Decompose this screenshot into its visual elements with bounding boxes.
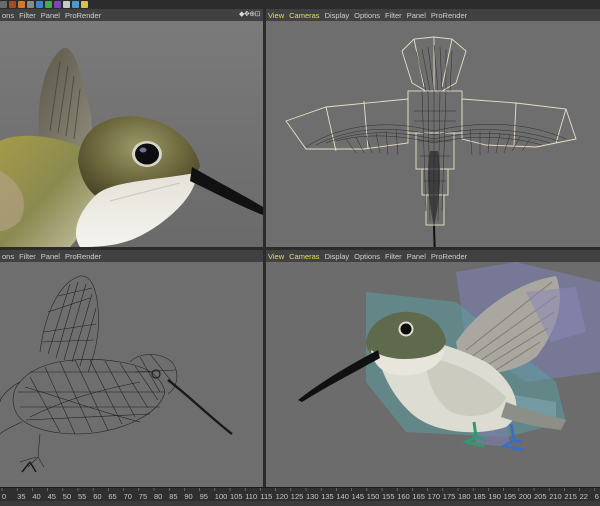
- main-toolbar: [0, 0, 600, 9]
- hummingbird-textured-closeup: [0, 47, 263, 247]
- light-icon[interactable]: [81, 1, 88, 8]
- menu-prorender[interactable]: ProRender: [431, 252, 467, 261]
- menu-filter[interactable]: Filter: [385, 252, 402, 261]
- viewport-canvas[interactable]: [0, 21, 263, 247]
- menu-filter[interactable]: Filter: [385, 11, 402, 20]
- scene-icon[interactable]: [63, 1, 70, 8]
- viewport-canvas[interactable]: [266, 21, 600, 247]
- menu-cameras[interactable]: Cameras: [289, 252, 319, 261]
- menu-options[interactable]: ons: [2, 11, 14, 20]
- viewport-canvas[interactable]: [0, 262, 263, 487]
- render-icon[interactable]: [0, 1, 7, 8]
- viewport-menubar: View Cameras Display Options Filter Pane…: [266, 9, 600, 21]
- pen-icon[interactable]: [27, 1, 34, 8]
- menu-options[interactable]: ons: [2, 252, 14, 261]
- nurbs-icon[interactable]: [36, 1, 43, 8]
- cube-icon[interactable]: [18, 1, 25, 8]
- menu-panel[interactable]: Panel: [407, 11, 426, 20]
- menu-cameras[interactable]: Cameras: [289, 11, 319, 20]
- deformer-icon[interactable]: [54, 1, 61, 8]
- viewport-divider-horizontal[interactable]: [0, 247, 600, 250]
- menu-display[interactable]: Display: [325, 252, 350, 261]
- hummingbird-side-wireframe: [0, 275, 233, 473]
- menu-display[interactable]: Display: [325, 11, 350, 20]
- menu-prorender[interactable]: ProRender: [431, 11, 467, 20]
- menu-options[interactable]: Options: [354, 252, 380, 261]
- menu-prorender[interactable]: ProRender: [65, 11, 101, 20]
- viewport-canvas[interactable]: [266, 262, 600, 487]
- viewport-top-left[interactable]: ons Filter Panel ProRender ◆✥⊕⊡: [0, 9, 263, 247]
- viewport-top-right[interactable]: View Cameras Display Options Filter Pane…: [266, 9, 600, 247]
- hummingbird-rigged-render: [298, 262, 600, 452]
- menu-panel[interactable]: Panel: [41, 11, 60, 20]
- menu-panel[interactable]: Panel: [407, 252, 426, 261]
- camera-icon[interactable]: [72, 1, 79, 8]
- menu-view[interactable]: View: [268, 11, 284, 20]
- menu-view[interactable]: View: [268, 252, 284, 261]
- render-settings-icon[interactable]: [9, 1, 16, 8]
- viewport-menubar: ons Filter Panel ProRender: [0, 250, 263, 262]
- menu-filter[interactable]: Filter: [19, 11, 36, 20]
- timeline-ruler[interactable]: 0 35 40 45 50 55 60 65 70 75 80 85 90 95 100 105 110 115 1…: [0, 487, 600, 501]
- hummingbird-topview-wireframe: [285, 36, 577, 247]
- array-icon[interactable]: [45, 1, 52, 8]
- menu-filter[interactable]: Filter: [19, 252, 36, 261]
- viewport-nav-icons[interactable]: ◆✥⊕⊡: [239, 10, 260, 18]
- menu-options[interactable]: Options: [354, 11, 380, 20]
- viewport-menubar: ons Filter Panel ProRender ◆✥⊕⊡: [0, 9, 263, 21]
- menu-panel[interactable]: Panel: [41, 252, 60, 261]
- viewport-bottom-left[interactable]: ons Filter Panel ProRender: [0, 250, 263, 487]
- viewport-menubar: View Cameras Display Options Filter Pane…: [266, 250, 600, 262]
- menu-prorender[interactable]: ProRender: [65, 252, 101, 261]
- viewport-bottom-right[interactable]: View Cameras Display Options Filter Pane…: [266, 250, 600, 487]
